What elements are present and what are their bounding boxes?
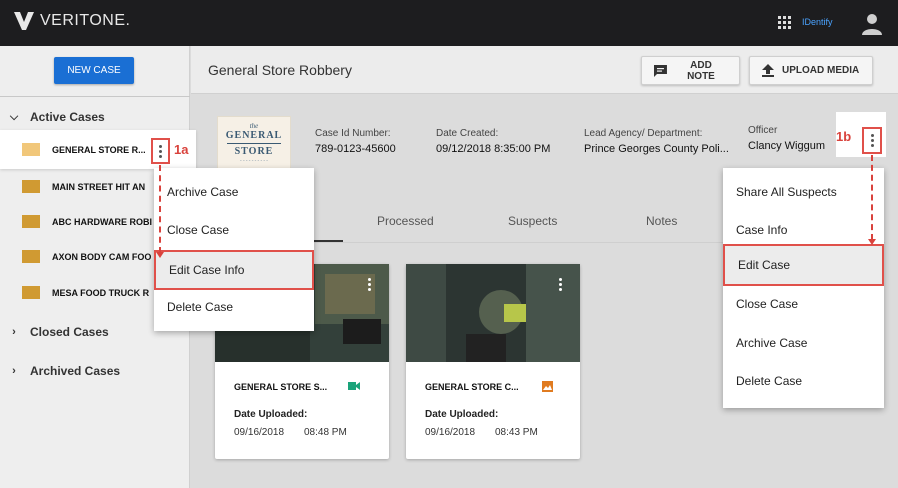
closed-cases-toggle[interactable]: › Closed Cases bbox=[8, 325, 109, 339]
date-uploaded-label: Date Uploaded: bbox=[425, 409, 499, 420]
upload-time: 08:48 PM bbox=[304, 427, 347, 438]
page-title: General Store Robbery bbox=[208, 62, 352, 78]
menu-item-archive-case[interactable]: Archive Case bbox=[154, 173, 314, 211]
case-item-abc-hardware[interactable]: ABC HARDWARE ROBI bbox=[22, 215, 152, 228]
case-item-label: MAIN STREET HIT AN bbox=[52, 181, 146, 192]
case-item-label: ABC HARDWARE ROBI bbox=[52, 216, 152, 227]
menu-item-edit-case-info[interactable]: Edit Case Info bbox=[154, 250, 314, 290]
image-icon bbox=[542, 381, 553, 392]
case-item-axon-body-cam[interactable]: AXON BODY CAM FOO bbox=[22, 250, 151, 263]
chevron-down-icon: ⌵ bbox=[9, 110, 19, 123]
brand-name: VERITONE. bbox=[40, 12, 131, 29]
case-id-field: Case Id Number: 789-0123-45600 bbox=[315, 128, 396, 155]
case-logo: the GENERAL STORE - - - - - - - - - - bbox=[217, 116, 291, 174]
add-note-label: ADD NOTE bbox=[687, 59, 715, 82]
new-case-button[interactable]: NEW CASE bbox=[54, 57, 134, 84]
app-name[interactable]: IDentify bbox=[802, 17, 833, 27]
case-context-menu: Archive Case Close Case Edit Case Info D… bbox=[154, 168, 314, 331]
menu-item-archive-case[interactable]: Archive Case bbox=[723, 324, 884, 362]
folder-icon bbox=[22, 180, 40, 193]
officer-field: Officer Clancy Wiggum bbox=[748, 125, 826, 152]
menu-item-share-all-suspects[interactable]: Share All Suspects bbox=[723, 173, 884, 211]
date-created-field: Date Created: 09/12/2018 8:35:00 PM bbox=[436, 128, 551, 155]
agency-field: Lead Agency/ Department: Prince Georges … bbox=[584, 128, 729, 155]
case-kebab-menu-button[interactable] bbox=[151, 138, 170, 164]
case-actions-kebab-button[interactable] bbox=[862, 127, 882, 154]
note-icon bbox=[654, 64, 667, 77]
veritone-v-icon bbox=[14, 12, 34, 30]
annotation-arrow-1a bbox=[159, 165, 161, 253]
case-item-main-street[interactable]: MAIN STREET HIT AN bbox=[22, 180, 145, 193]
upload-media-label: UPLOAD MEDIA bbox=[782, 65, 860, 76]
annotation-arrow-1b bbox=[871, 155, 873, 240]
upload-date: 09/16/2018 bbox=[234, 427, 285, 438]
video-icon bbox=[348, 382, 360, 390]
menu-item-delete-case[interactable]: Delete Case bbox=[154, 288, 314, 326]
media-card[interactable]: GENERAL STORE C... Date Uploaded: 09/16/… bbox=[406, 264, 580, 459]
folder-icon bbox=[22, 215, 40, 228]
menu-item-edit-case[interactable]: Edit Case bbox=[723, 244, 884, 286]
case-item-label: MESA FOOD TRUCK R bbox=[52, 287, 150, 298]
archived-cases-toggle[interactable]: › Archived Cases bbox=[8, 364, 120, 378]
upload-icon bbox=[762, 64, 774, 77]
sidebar-divider bbox=[0, 96, 190, 97]
arrowhead-icon bbox=[868, 239, 876, 245]
apps-grid-icon[interactable] bbox=[778, 16, 792, 30]
media-card-menu-button[interactable] bbox=[551, 272, 569, 296]
menu-item-delete-case[interactable]: Delete Case bbox=[723, 362, 884, 400]
media-title: GENERAL STORE C... bbox=[425, 382, 519, 392]
media-title: GENERAL STORE S... bbox=[234, 382, 328, 392]
date-uploaded-label: Date Uploaded: bbox=[234, 409, 308, 420]
tab-notes[interactable]: Notes bbox=[646, 214, 677, 228]
upload-time: 08:43 PM bbox=[495, 427, 538, 438]
tab-processed[interactable]: Processed bbox=[377, 214, 434, 228]
media-card-menu-button[interactable] bbox=[360, 272, 378, 296]
callout-1b: 1b bbox=[836, 129, 852, 144]
add-note-button[interactable]: ADD NOTE bbox=[641, 56, 740, 85]
active-cases-label: Active Cases bbox=[30, 110, 105, 124]
chevron-right-icon: › bbox=[12, 365, 16, 377]
brand-logo[interactable]: VERITONE. bbox=[14, 12, 130, 30]
arrowhead-icon bbox=[156, 252, 164, 258]
main-header: General Store Robbery ADD NOTE UPLOAD ME… bbox=[191, 46, 898, 94]
archived-cases-label: Archived Cases bbox=[30, 364, 121, 378]
user-avatar-icon[interactable] bbox=[860, 11, 884, 35]
case-item-mesa-food-truck[interactable]: MESA FOOD TRUCK R bbox=[22, 286, 149, 299]
case-item-label: GENERAL STORE R... bbox=[52, 144, 146, 155]
closed-cases-label: Closed Cases bbox=[30, 325, 109, 339]
upload-media-button[interactable]: UPLOAD MEDIA bbox=[749, 56, 873, 85]
menu-item-close-case[interactable]: Close Case bbox=[154, 211, 314, 249]
menu-item-close-case[interactable]: Close Case bbox=[723, 285, 884, 323]
folder-icon bbox=[22, 286, 40, 299]
top-bar: VERITONE. IDentify bbox=[0, 0, 898, 46]
case-item-label: AXON BODY CAM FOO bbox=[52, 251, 152, 262]
chevron-right-icon: › bbox=[12, 326, 16, 338]
active-cases-toggle[interactable]: ⌵ Active Cases bbox=[8, 110, 105, 124]
folder-icon bbox=[22, 143, 40, 156]
callout-1a: 1a bbox=[174, 142, 189, 157]
upload-date: 09/16/2018 bbox=[425, 427, 476, 438]
folder-icon bbox=[22, 250, 40, 263]
case-actions-menu: Share All Suspects Case Info Edit Case C… bbox=[723, 168, 884, 408]
case-item-general-store[interactable]: GENERAL STORE R... bbox=[22, 143, 146, 156]
tab-suspects[interactable]: Suspects bbox=[508, 214, 557, 228]
